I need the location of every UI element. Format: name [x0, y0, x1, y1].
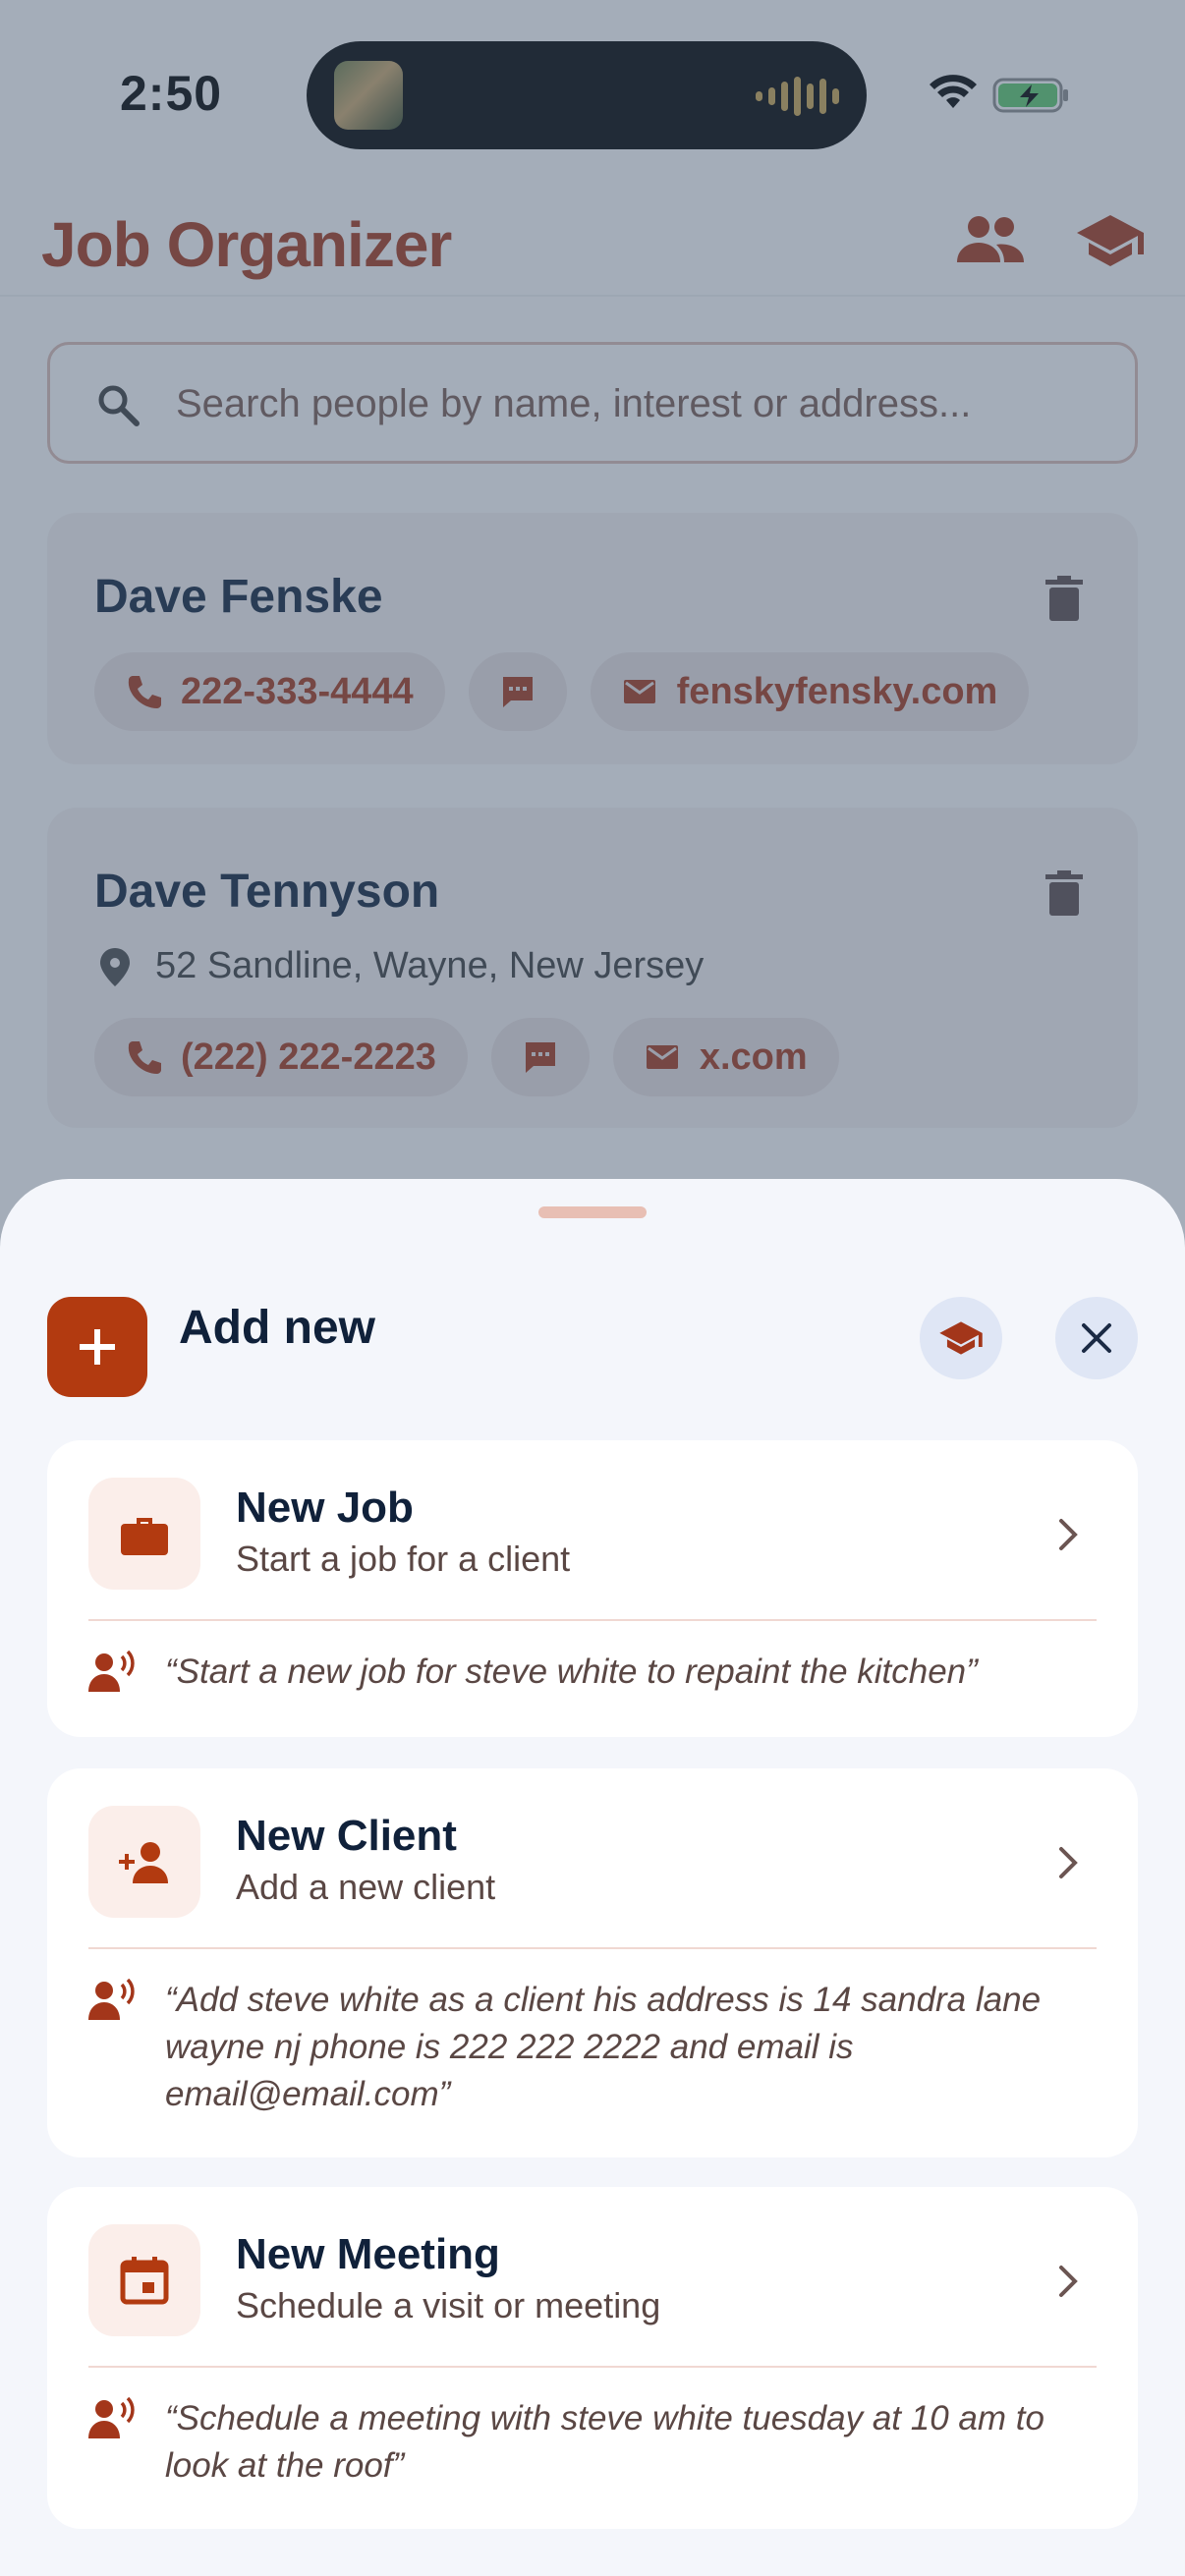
divider	[88, 1947, 1097, 1949]
voice-example: “Schedule a meeting with steve white tue…	[88, 2395, 1097, 2490]
voice-example: “Start a new job for steve white to repa…	[88, 1649, 1097, 1696]
close-icon	[1082, 1323, 1111, 1353]
chevron-right-icon	[1059, 2266, 1078, 2297]
option-icon-tile	[88, 1478, 200, 1590]
tutorial-button[interactable]	[920, 1297, 1002, 1379]
plus-icon	[80, 1329, 115, 1365]
voice-example: “Add steve white as a client his address…	[88, 1977, 1097, 2118]
new-client-option[interactable]: New Client Add a new client “Add steve w…	[47, 1768, 1138, 2157]
option-subtitle: Add a new client	[236, 1867, 496, 1907]
chevron-right-icon	[1059, 1519, 1078, 1550]
school-icon	[939, 1321, 983, 1355]
add-new-sheet: Add new New Job Start a job for a client	[0, 1179, 1185, 2576]
option-icon-tile	[88, 1806, 200, 1918]
calendar-icon	[120, 2257, 169, 2305]
option-title: New Meeting	[236, 2230, 500, 2278]
example-text: “Add steve white as a client his address…	[165, 1981, 1042, 2113]
example-text: “Start a new job for steve white to repa…	[165, 1652, 978, 1691]
voice-icon	[88, 1651, 135, 1692]
sheet-title: Add new	[179, 1302, 375, 1354]
option-subtitle: Schedule a visit or meeting	[236, 2285, 661, 2325]
new-job-option[interactable]: New Job Start a job for a client “Start …	[47, 1440, 1138, 1737]
briefcase-icon	[121, 1518, 168, 1555]
divider	[88, 2366, 1097, 2368]
new-meeting-option[interactable]: New Meeting Schedule a visit or meeting …	[47, 2187, 1138, 2529]
example-text: “Schedule a meeting with steve white tue…	[165, 2399, 1044, 2485]
voice-icon	[88, 2397, 135, 2438]
sheet-grabber[interactable]	[538, 1206, 647, 1218]
option-subtitle: Start a job for a client	[236, 1539, 571, 1579]
option-title: New Job	[236, 1484, 414, 1532]
person-add-icon	[119, 1842, 168, 1883]
plus-badge	[47, 1297, 147, 1397]
option-icon-tile	[88, 2224, 200, 2336]
divider	[88, 1619, 1097, 1621]
chevron-right-icon	[1059, 1847, 1078, 1878]
option-title: New Client	[236, 1812, 457, 1860]
voice-icon	[88, 1979, 135, 2020]
close-button[interactable]	[1055, 1297, 1138, 1379]
